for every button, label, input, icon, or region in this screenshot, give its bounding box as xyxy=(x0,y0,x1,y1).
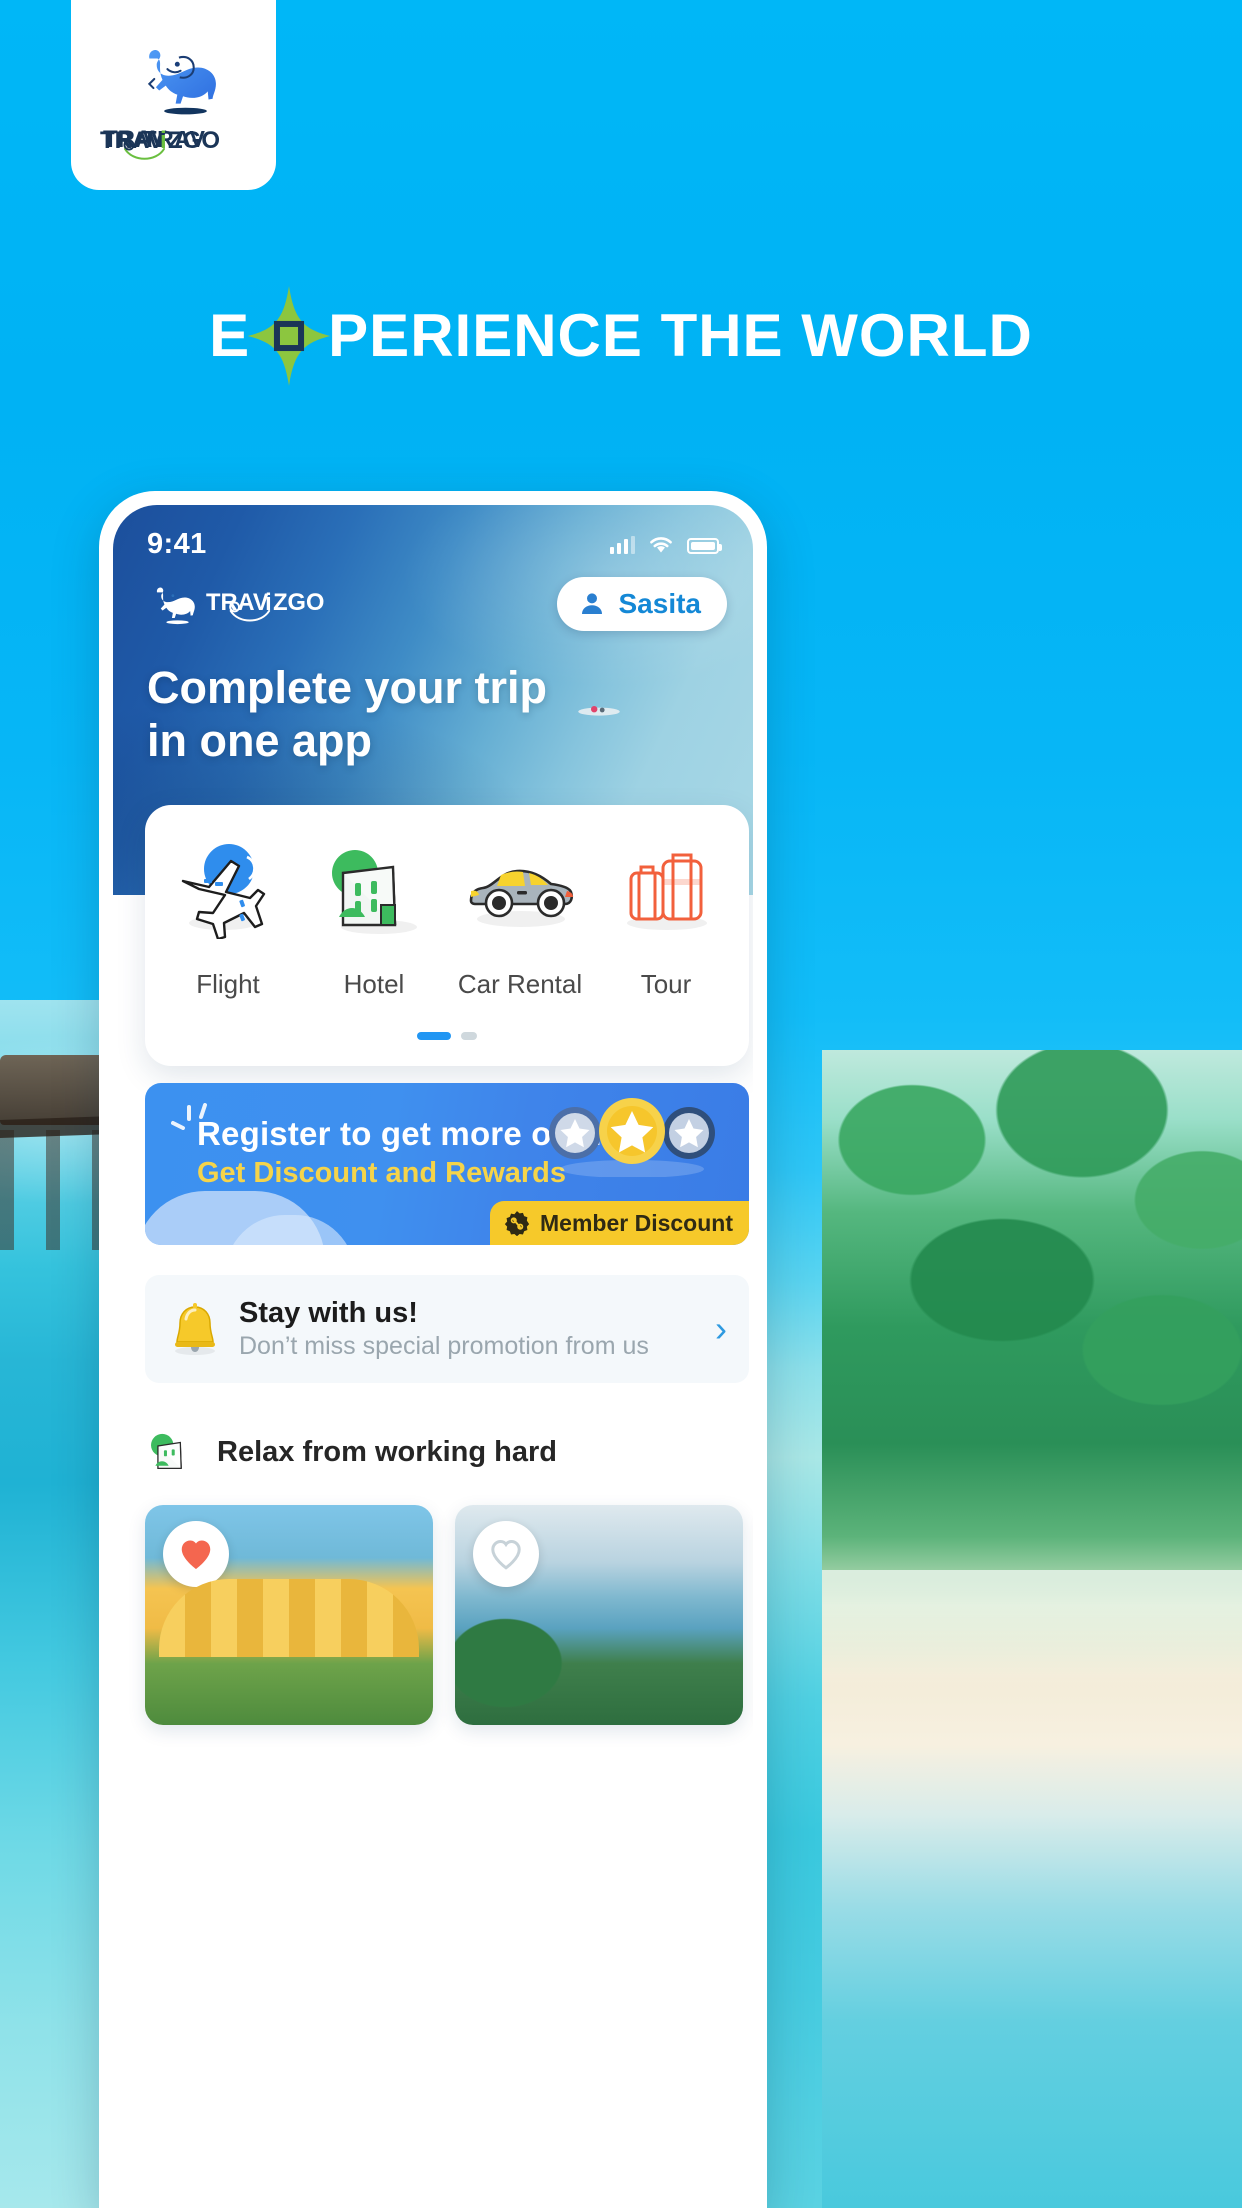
hero-title-line1: Complete your trip xyxy=(147,662,548,713)
luggage-icon xyxy=(627,853,707,930)
favorite-button[interactable] xyxy=(473,1521,539,1587)
hotel-building-icon xyxy=(332,850,417,934)
relax-section-header: Relax from working hard xyxy=(145,1425,557,1479)
boat-icon xyxy=(578,706,620,716)
hero-title-line2: in one app xyxy=(147,715,372,767)
status-bar: 9:41 xyxy=(113,505,753,567)
service-label: Hotel xyxy=(343,969,405,999)
user-profile-button[interactable]: Sasita xyxy=(556,577,727,631)
travizgo-wordmark: TRAV TRAVIZGO TRAV TRAV i ZGO xyxy=(100,126,220,160)
hero-title: Complete your trip in one app xyxy=(113,631,753,767)
member-discount-badge: Member Discount xyxy=(490,1201,749,1245)
elephant-logo-icon xyxy=(147,50,216,115)
headline-after: PERIENCE THE WORLD xyxy=(328,302,1033,369)
destination-card[interactable] xyxy=(145,1505,433,1725)
app-header: TRAV i ZGO Sasita xyxy=(113,567,753,631)
user-name: Sasita xyxy=(618,588,702,619)
page-headline: E PERIENCE THE WORLD xyxy=(0,284,1242,388)
services-pagination[interactable] xyxy=(155,1032,739,1040)
service-item-hotel[interactable]: Hotel xyxy=(301,839,447,1000)
services-card: Flight Hotel Car Rental Tour xyxy=(145,805,749,1066)
airplane-icon xyxy=(181,844,266,939)
stay-subtitle: Don’t miss special promotion from us xyxy=(239,1332,649,1360)
service-item-tour[interactable]: Tour xyxy=(593,839,739,1000)
battery-icon xyxy=(687,537,722,554)
member-discount-label: Member Discount xyxy=(540,1209,733,1236)
svg-text:ZGO: ZGO xyxy=(273,590,324,616)
heart-outline-icon xyxy=(491,1540,521,1570)
status-icons xyxy=(609,535,722,554)
service-label: Tour xyxy=(640,969,692,999)
svg-text:ZGO: ZGO xyxy=(168,127,220,154)
travizgo-wordmark: TRAV i ZGO xyxy=(206,590,324,622)
green-star-icon xyxy=(246,284,332,388)
pagination-dot[interactable] xyxy=(461,1032,477,1040)
status-time: 9:41 xyxy=(147,527,207,560)
destination-card[interactable] xyxy=(455,1505,743,1725)
headline-before: E xyxy=(209,302,251,369)
relax-card-list xyxy=(145,1505,753,1725)
background-beach-right xyxy=(822,1050,1242,2208)
bell-icon xyxy=(175,1303,215,1355)
user-icon xyxy=(581,593,602,614)
services-row: Flight Hotel Car Rental Tour xyxy=(155,839,739,1000)
wifi-icon xyxy=(650,536,672,552)
app-logo: TRAV i ZGO xyxy=(143,582,353,626)
three-stars-icon xyxy=(549,1098,715,1177)
signal-icon xyxy=(609,535,635,554)
service-label: Car Rental xyxy=(457,969,583,999)
service-label: Flight xyxy=(196,969,260,999)
elephant-logo-icon xyxy=(156,587,195,625)
service-item-flight[interactable]: Flight xyxy=(155,839,301,1000)
relax-section-title: Relax from working hard xyxy=(217,1435,558,1468)
phone-screen: 9:41 TRAV i ZGO Sasita Complete your tri… xyxy=(113,505,753,2208)
pagination-dot-active[interactable] xyxy=(417,1032,451,1040)
chevron-right-icon[interactable]: › xyxy=(715,1308,727,1350)
stay-title: Stay with us! xyxy=(239,1297,418,1329)
heart-filled-icon xyxy=(181,1540,211,1569)
stay-with-us-card[interactable]: Stay with us! Don’t miss special promoti… xyxy=(145,1275,749,1383)
stay-text: Stay with us! Don’t miss special promoti… xyxy=(239,1297,697,1361)
phone-mockup: 9:41 TRAV i ZGO Sasita Complete your tri… xyxy=(99,491,767,2208)
favorite-button[interactable] xyxy=(163,1521,229,1587)
car-icon xyxy=(469,869,574,927)
brand-logo-card: TRAV TRAVIZGO TRAV TRAV i ZGO xyxy=(71,0,276,190)
discount-seal-icon xyxy=(504,1211,530,1236)
register-promo-banner[interactable]: Register to get more offer! Get Discount… xyxy=(145,1083,749,1245)
hotel-building-icon xyxy=(151,1433,182,1470)
service-item-car-rental[interactable]: Car Rental xyxy=(447,839,593,1000)
